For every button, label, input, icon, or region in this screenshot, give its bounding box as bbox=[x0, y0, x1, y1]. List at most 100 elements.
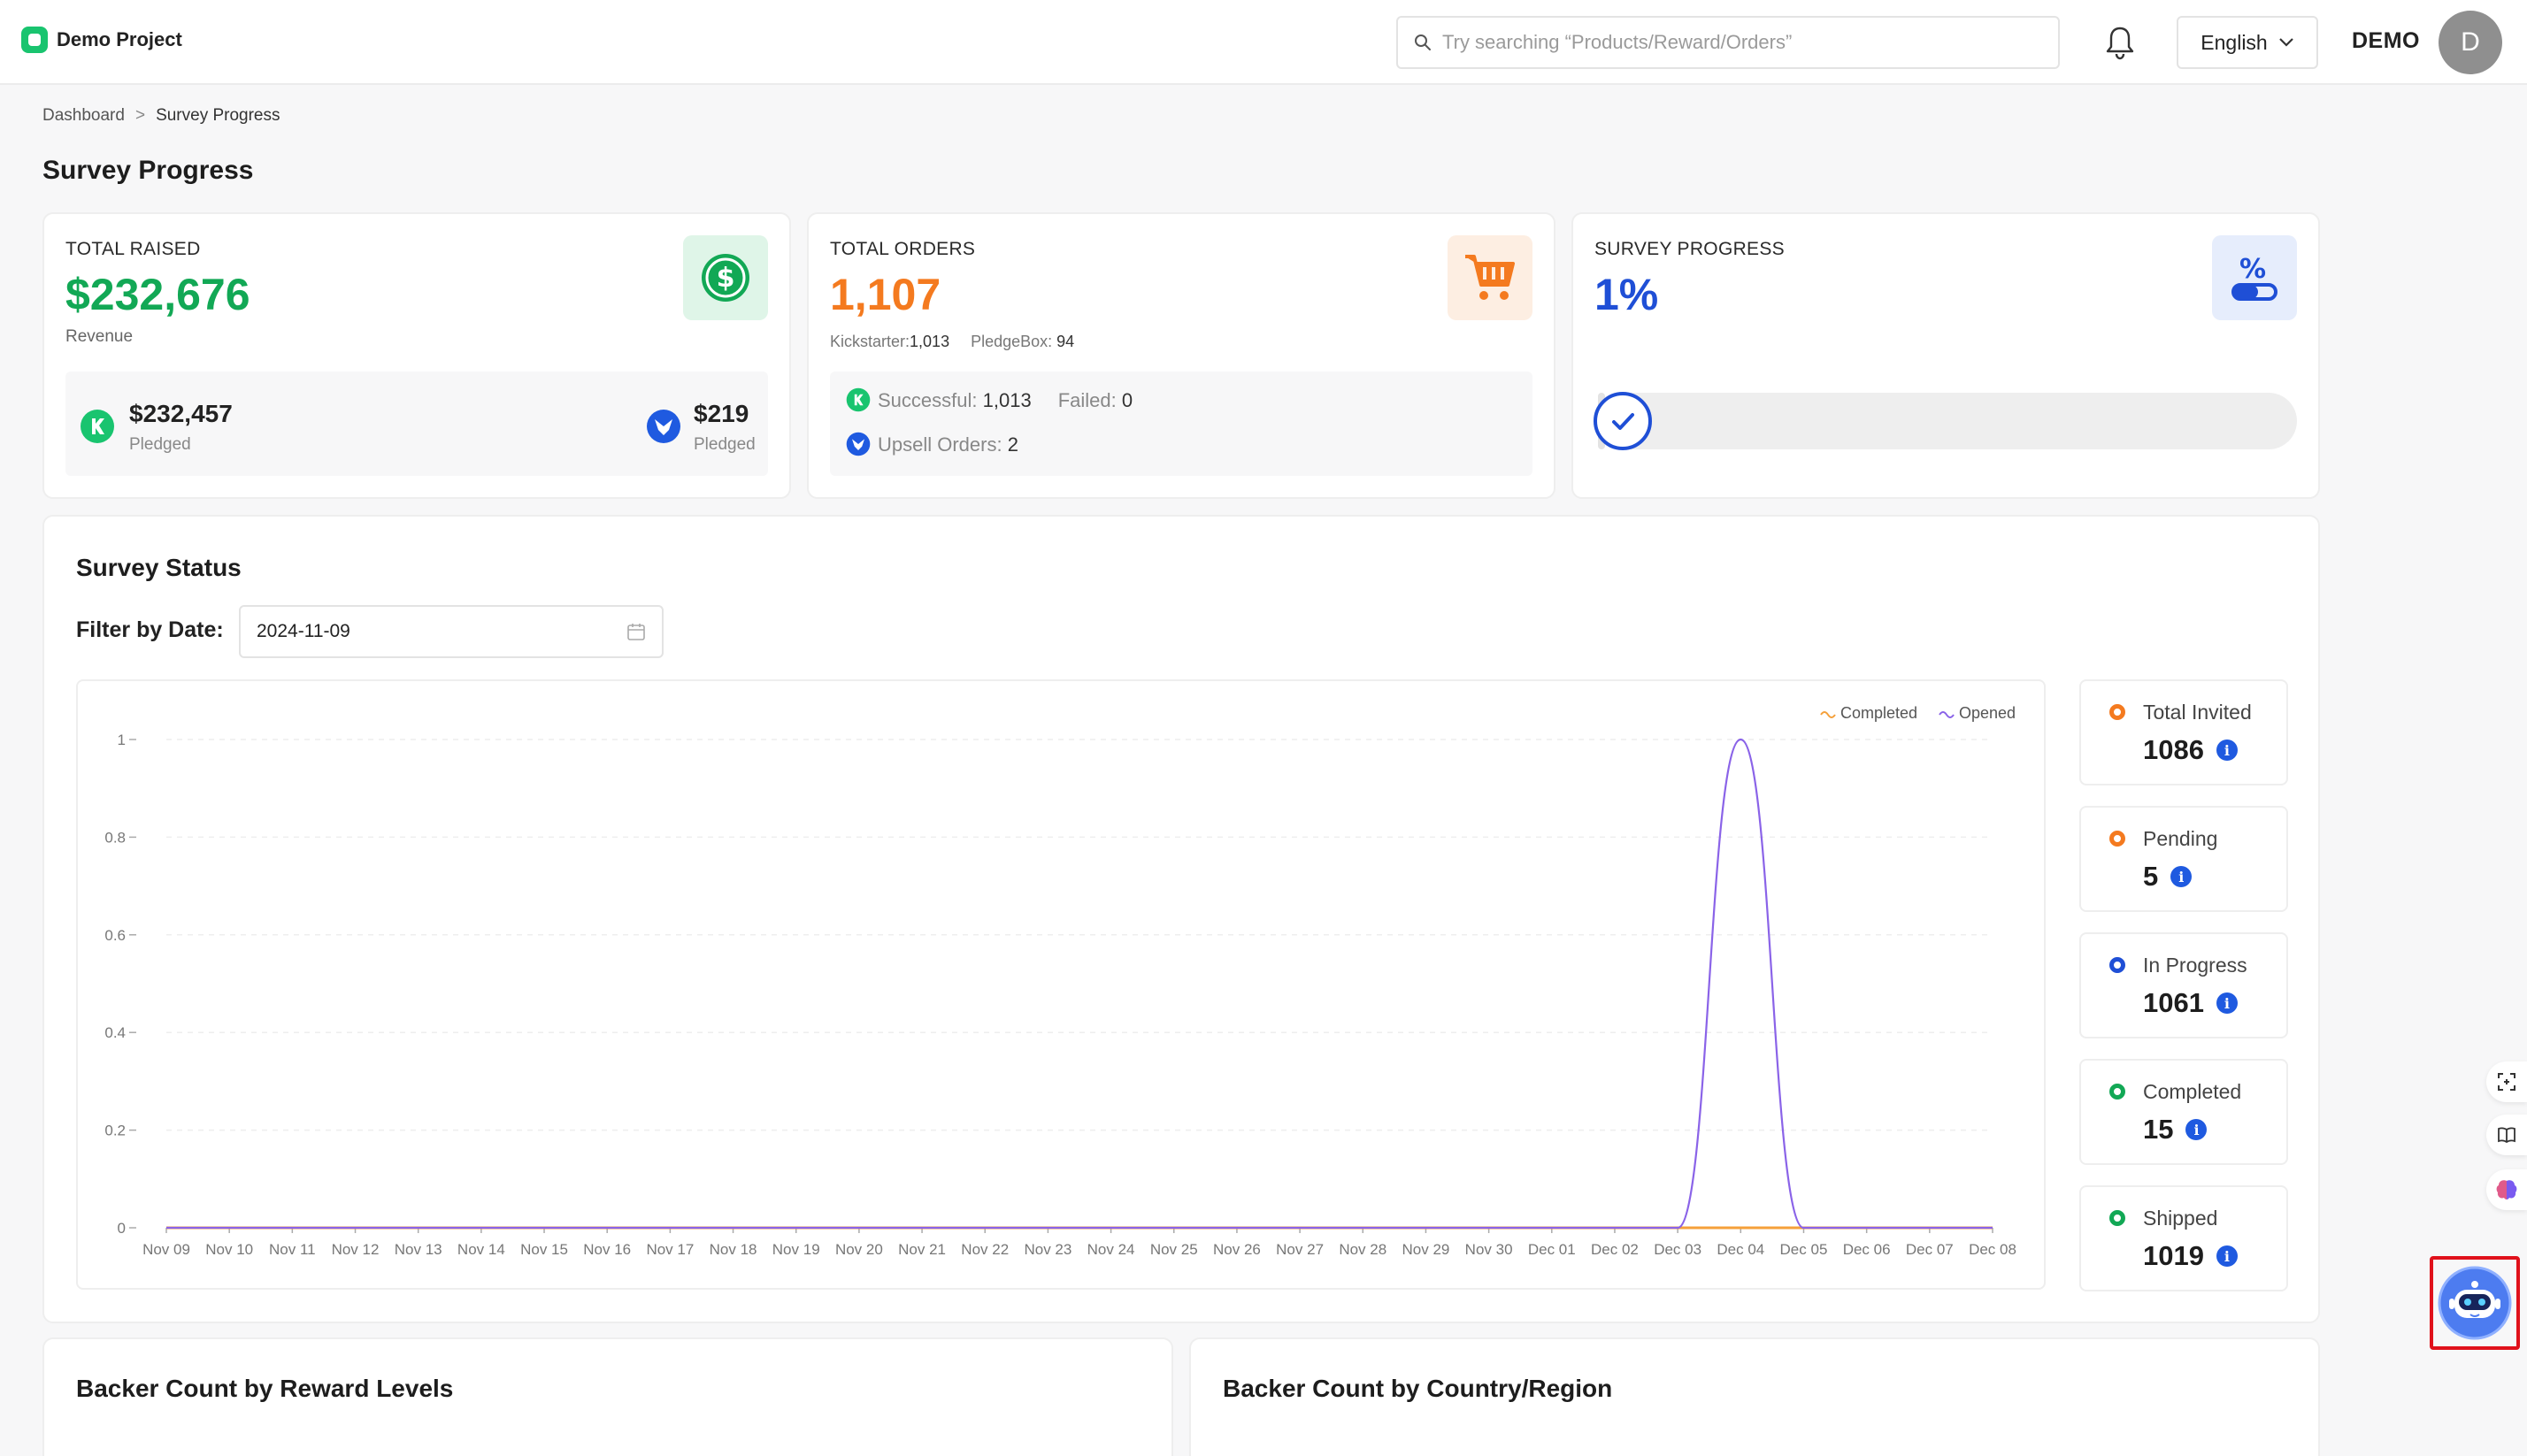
upsell-label: Upsell Orders: bbox=[878, 433, 1002, 456]
successful-failed-row: Successful: 1,013 Failed: 0 bbox=[878, 389, 1133, 412]
upsell-row: Upsell Orders: 2 bbox=[878, 433, 1018, 456]
y-tick-label: 0 bbox=[118, 1220, 126, 1237]
reader-tool-button[interactable] bbox=[2486, 1115, 2527, 1155]
stat-pending: Pending 5i bbox=[2079, 806, 2288, 912]
raised-breakdown: $232,457 Pledged $219 Pledged bbox=[65, 372, 768, 476]
x-tick-label: Nov 13 bbox=[395, 1241, 442, 1258]
ai-assistant-button[interactable] bbox=[2430, 1256, 2520, 1350]
stat-pending-value-row: 5i bbox=[2143, 861, 2193, 893]
x-tick-label: Nov 11 bbox=[269, 1241, 316, 1258]
ai-brain-tool-button[interactable] bbox=[2486, 1169, 2527, 1210]
x-tick-label: Nov 22 bbox=[961, 1241, 1009, 1258]
stat-shipped-value-row: 1019 i bbox=[2143, 1240, 2238, 1272]
y-tick-label: 0.6 bbox=[104, 927, 126, 944]
date-filter-input[interactable]: 2024-11-09 bbox=[239, 605, 664, 658]
x-tick-label: Nov 17 bbox=[646, 1241, 694, 1258]
info-icon[interactable]: i bbox=[2216, 1245, 2238, 1267]
x-tick-label: Nov 14 bbox=[457, 1241, 505, 1258]
search-input[interactable] bbox=[1442, 31, 2044, 54]
x-tick-label: Dec 08 bbox=[1969, 1241, 2016, 1258]
stat-total-invited-value: 1086 bbox=[2143, 734, 2204, 765]
filter-by-date-label: Filter by Date: bbox=[76, 617, 224, 642]
kickstarter-pledged-label: Pledged bbox=[129, 435, 191, 454]
y-tick-label: 1 bbox=[118, 732, 126, 748]
robot-assistant-icon bbox=[2438, 1266, 2512, 1340]
x-tick-label: Dec 04 bbox=[1717, 1241, 1764, 1258]
bell-icon[interactable] bbox=[2104, 25, 2136, 60]
top-bar: Demo Project English DEMO D bbox=[0, 0, 2527, 85]
stat-completed: Completed 15 i bbox=[2079, 1059, 2288, 1165]
pledgebox-orders-value: 94 bbox=[1056, 333, 1075, 350]
survey-progress-label: SURVEY PROGRESS bbox=[1594, 239, 1785, 259]
status-dot-icon bbox=[2109, 1210, 2125, 1226]
brand-name: Demo Project bbox=[57, 28, 182, 50]
stat-shipped: Shipped 1019 i bbox=[2079, 1185, 2288, 1291]
stat-in-progress-value-row: 1061 i bbox=[2143, 987, 2238, 1019]
total-raised-card: TOTAL RAISED $232,676 Revenue $ $232,457… bbox=[42, 212, 791, 499]
x-tick-label: Nov 10 bbox=[205, 1241, 253, 1258]
kickstarter-orders-label: Kickstarter: bbox=[830, 333, 910, 350]
x-tick-label: Nov 21 bbox=[898, 1241, 946, 1258]
survey-status-panel: Survey Status Filter by Date: 2024-11-09… bbox=[42, 515, 2320, 1323]
legend-swatch bbox=[1939, 711, 1955, 718]
kickstarter-orders-value: 1,013 bbox=[910, 333, 950, 350]
status-dot-icon bbox=[2109, 704, 2125, 720]
breadcrumb-separator: > bbox=[134, 106, 146, 125]
upsell-value: 2 bbox=[1007, 433, 1018, 456]
stat-completed-value: 15 bbox=[2143, 1114, 2174, 1145]
x-tick-label: Nov 09 bbox=[142, 1241, 190, 1258]
search-box[interactable] bbox=[1396, 16, 2060, 69]
pledgebox-orders-label: PledgeBox: bbox=[971, 333, 1053, 350]
book-icon bbox=[2498, 1127, 2515, 1144]
x-tick-label: Nov 16 bbox=[583, 1241, 631, 1258]
pledgebox-icon bbox=[647, 410, 680, 443]
stat-shipped-label: Shipped bbox=[2143, 1207, 2218, 1230]
language-label: English bbox=[2201, 30, 2268, 54]
stat-in-progress: In Progress 1061 i bbox=[2079, 932, 2288, 1038]
stat-in-progress-value: 1061 bbox=[2143, 987, 2204, 1018]
backer-country-title: Backer Count by Country/Region bbox=[1223, 1375, 1613, 1402]
crop-expand-icon bbox=[2498, 1073, 2515, 1091]
total-raised-label: TOTAL RAISED bbox=[65, 239, 201, 259]
x-tick-label: Nov 12 bbox=[332, 1241, 380, 1258]
failed-value: 0 bbox=[1121, 389, 1133, 411]
kickstarter-pledged-amount: $232,457 bbox=[129, 400, 233, 427]
info-icon[interactable]: i bbox=[2216, 739, 2238, 761]
percent-icon-box: % bbox=[2212, 235, 2297, 320]
x-tick-label: Dec 06 bbox=[1843, 1241, 1891, 1258]
brain-icon bbox=[2496, 1180, 2517, 1199]
check-circle-icon bbox=[1594, 392, 1652, 450]
breadcrumb-dashboard-link[interactable]: Dashboard bbox=[42, 106, 125, 126]
pledgebox-pledged-amount: $219 bbox=[694, 400, 749, 427]
avatar[interactable]: D bbox=[2439, 11, 2502, 74]
calendar-icon[interactable] bbox=[626, 622, 646, 641]
y-tick-label: 0.4 bbox=[104, 1024, 126, 1041]
info-icon[interactable]: i bbox=[2216, 992, 2238, 1014]
failed-label: Failed: bbox=[1057, 389, 1117, 411]
total-orders-label: TOTAL ORDERS bbox=[830, 239, 976, 259]
survey-status-title: Survey Status bbox=[76, 554, 242, 581]
x-tick-label: Nov 23 bbox=[1024, 1241, 1071, 1258]
legend-label: Completed bbox=[1840, 704, 1917, 722]
backer-reward-levels-card: Backer Count by Reward Levels bbox=[42, 1337, 1173, 1456]
dollar-icon-box: $ bbox=[683, 235, 768, 320]
stat-total-invited-value-row: 1086 i bbox=[2143, 734, 2238, 766]
svg-text:%: % bbox=[2239, 254, 2266, 285]
stat-pending-value: 5 bbox=[2143, 861, 2159, 892]
screenshot-tool-button[interactable] bbox=[2486, 1061, 2527, 1102]
stat-total-invited-label: Total Invited bbox=[2143, 701, 2252, 724]
orders-breakdown: Successful: 1,013 Failed: 0 Upsell Order… bbox=[830, 372, 1532, 476]
total-orders-value: 1,107 bbox=[830, 270, 941, 319]
stat-pending-label: Pending bbox=[2143, 827, 2218, 850]
x-tick-label: Dec 02 bbox=[1591, 1241, 1639, 1258]
info-icon[interactable]: i bbox=[2185, 1119, 2208, 1140]
stat-completed-value-row: 15 i bbox=[2143, 1114, 2208, 1146]
brand[interactable]: Demo Project bbox=[21, 27, 182, 53]
info-icon[interactable]: i bbox=[2170, 866, 2193, 887]
stat-completed-label: Completed bbox=[2143, 1080, 2242, 1103]
user-name[interactable]: DEMO bbox=[2352, 28, 2420, 54]
date-filter-value: 2024-11-09 bbox=[257, 621, 350, 641]
language-select[interactable]: English bbox=[2177, 16, 2318, 69]
x-tick-label: Nov 18 bbox=[710, 1241, 757, 1258]
x-tick-label: Dec 03 bbox=[1654, 1241, 1701, 1258]
